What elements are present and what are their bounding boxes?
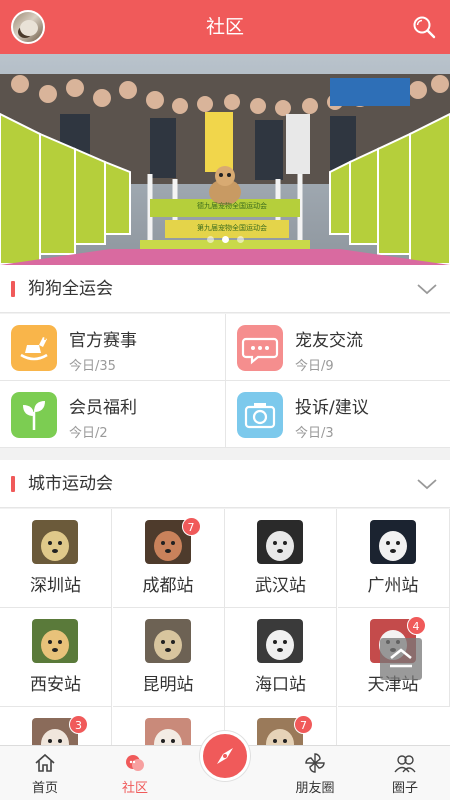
section-marker — [11, 476, 15, 492]
tab-label: 首页 — [31, 781, 58, 796]
center-compass-button[interactable] — [200, 731, 250, 781]
category-title: 投诉/建议 — [295, 398, 369, 418]
chat-bubble-icon — [237, 325, 283, 371]
city-name: 武汉站 — [255, 576, 306, 596]
section-cities-header[interactable]: 城市运动会 — [0, 460, 450, 508]
tab-label: 朋友圈 — [295, 781, 335, 796]
section-title: 城市运动会 — [28, 474, 113, 494]
city-station-item[interactable]: 成都站 7 — [112, 509, 225, 608]
group-icon — [394, 755, 416, 773]
compass-icon — [217, 748, 233, 764]
notification-badge: 7 — [294, 715, 313, 734]
category-feedback[interactable]: 投诉/建议 今日/3 — [225, 381, 450, 448]
section-marker — [11, 281, 15, 297]
city-station-item[interactable]: 深圳站 — [0, 509, 112, 608]
city-station-item[interactable]: 武汉站 — [225, 509, 337, 608]
city-grid: 深圳站 成都站 7 武汉站 广州站 西安站 昆明站 海口站 天津站 4 3 7 — [0, 509, 450, 745]
tab-circle[interactable]: 圈子 — [360, 746, 450, 800]
community-chat-icon — [126, 755, 144, 771]
top-bar: 社区 — [0, 0, 450, 54]
banner-dot[interactable] — [236, 236, 244, 243]
category-title: 官方赛事 — [69, 331, 137, 351]
category-count: 今日/35 — [69, 359, 116, 374]
city-station-item[interactable]: 广州站 — [337, 509, 450, 608]
camera-icon — [237, 392, 283, 438]
dog-photo — [257, 619, 303, 663]
category-count: 今日/2 — [69, 426, 108, 441]
city-station-item[interactable]: 昆明站 — [112, 608, 225, 707]
dog-photo — [144, 619, 191, 663]
arrow-up-icon — [390, 648, 412, 668]
category-pet-chat[interactable]: 宠友交流 今日/9 — [225, 314, 450, 381]
banner-pagination — [0, 228, 450, 247]
sprout-icon — [11, 392, 57, 438]
banner-sign-text: 德九届宠物全国运动会 — [197, 201, 267, 210]
category-grid: 官方赛事 今日/35 宠友交流 今日/9 会员福利 今日/2 投诉/建议 今日/… — [0, 314, 450, 448]
pinwheel-icon — [305, 753, 325, 773]
notification-badge: 4 — [406, 616, 426, 635]
banner-dot[interactable] — [206, 236, 214, 243]
city-name: 西安站 — [30, 675, 81, 695]
city-station-item[interactable]: 海口站 — [225, 608, 337, 707]
category-count: 今日/9 — [295, 359, 334, 374]
category-title: 宠友交流 — [295, 331, 363, 351]
section-games-header[interactable]: 狗狗全运会 — [0, 265, 450, 313]
city-name: 海口站 — [255, 675, 306, 695]
tab-friends[interactable]: 朋友圈 — [270, 746, 360, 800]
event-banner[interactable]: 德九届宠物全国运动会 第九届宠物全国运动会 — [0, 54, 450, 265]
city-station-item[interactable]: 西安站 — [0, 608, 112, 707]
rocking-horse-icon — [11, 325, 57, 371]
category-official-events[interactable]: 官方赛事 今日/35 — [0, 314, 225, 381]
banner-dot[interactable] — [221, 236, 229, 243]
page-title: 社区 — [205, 16, 244, 38]
scroll-to-top-button[interactable] — [380, 638, 422, 680]
chevron-down-icon[interactable] — [416, 474, 438, 494]
dog-photo — [32, 619, 78, 663]
category-count: 今日/3 — [295, 426, 334, 441]
city-name: 广州站 — [367, 576, 419, 596]
dog-photo — [32, 520, 78, 564]
notification-badge: 3 — [69, 715, 88, 734]
city-name: 昆明站 — [142, 675, 194, 695]
dog-photo — [369, 520, 416, 564]
tab-home[interactable]: 首页 — [0, 746, 90, 800]
search-icon[interactable] — [412, 15, 436, 39]
category-member-benefits[interactable]: 会员福利 今日/2 — [0, 381, 225, 448]
city-name: 成都站 — [142, 576, 194, 596]
chevron-down-icon[interactable] — [416, 279, 438, 299]
dog-photo — [144, 718, 191, 745]
section-title: 狗狗全运会 — [28, 279, 113, 299]
tab-label: 社区 — [121, 781, 148, 796]
home-icon — [35, 753, 55, 772]
tab-label: 圈子 — [391, 781, 418, 796]
tab-community[interactable]: 社区 — [90, 746, 180, 800]
category-title: 会员福利 — [69, 398, 137, 418]
notification-badge: 7 — [181, 517, 201, 536]
dog-photo — [257, 520, 303, 564]
city-station-item[interactable]: 3 — [0, 707, 112, 745]
city-name: 深圳站 — [30, 576, 81, 596]
